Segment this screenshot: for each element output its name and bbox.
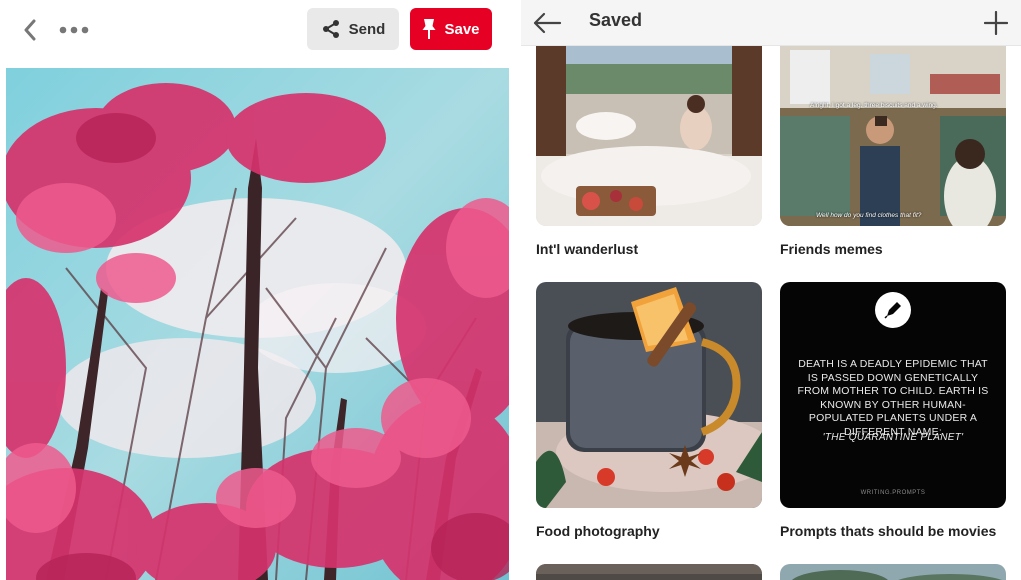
pin-image-pink-forest[interactable] xyxy=(6,68,509,580)
save-button[interactable]: Save xyxy=(410,8,492,50)
plus-icon[interactable] xyxy=(979,6,1013,40)
board-cover-next-right[interactable] xyxy=(780,564,1006,580)
saved-boards-pane: Saved Int'l wanderlust Alright, I got a … xyxy=(521,0,1021,580)
board-cover-friends-memes[interactable]: Alright, I got a leg, three biscuits and… xyxy=(780,46,1006,226)
prompt-subtitle: 'THE QUARANTINE PLANET' xyxy=(822,432,964,443)
board-cover-next-left[interactable] xyxy=(536,564,762,580)
send-label: Send xyxy=(348,20,386,38)
pin-detail-pane: Send Save xyxy=(0,0,515,580)
page-title: Saved xyxy=(589,10,643,30)
save-label: Save xyxy=(444,20,480,38)
board-cover-intl-wanderlust[interactable] xyxy=(536,46,762,226)
meme-caption-bottom: Well how do you find clothes that fit? xyxy=(816,212,922,219)
board-cover-prompts[interactable]: DEATH IS A DEADLY EPIDEMIC THAT IS PASSE… xyxy=(780,282,1006,508)
saved-header: Saved xyxy=(521,0,1021,46)
share-icon xyxy=(322,20,339,38)
prompt-credit: WRITING.PROMPTS xyxy=(860,490,926,496)
meme-caption-top: Alright, I got a leg, three biscuits and… xyxy=(810,102,938,109)
more-dots-icon[interactable] xyxy=(56,14,92,46)
pen-icon xyxy=(875,292,911,328)
prompt-quote: DEATH IS A DEADLY EPIDEMIC THAT IS PASSE… xyxy=(797,358,989,438)
pin-icon xyxy=(422,19,436,39)
board-label[interactable]: Int'l wanderlust xyxy=(536,241,638,257)
board-label[interactable]: Food photography xyxy=(536,523,660,539)
arrow-left-icon[interactable] xyxy=(529,6,565,40)
board-cover-food-photography[interactable] xyxy=(536,282,762,508)
send-button[interactable]: Send xyxy=(307,8,399,50)
pinterest-split-screen: Send Save Saved Int'l wanderlust Alright… xyxy=(0,0,1021,580)
board-label[interactable]: Friends memes xyxy=(780,241,883,257)
board-label[interactable]: Prompts thats should be movies xyxy=(780,523,996,539)
pin-toolbar: Send Save xyxy=(0,0,515,58)
chevron-left-icon[interactable] xyxy=(14,14,46,46)
